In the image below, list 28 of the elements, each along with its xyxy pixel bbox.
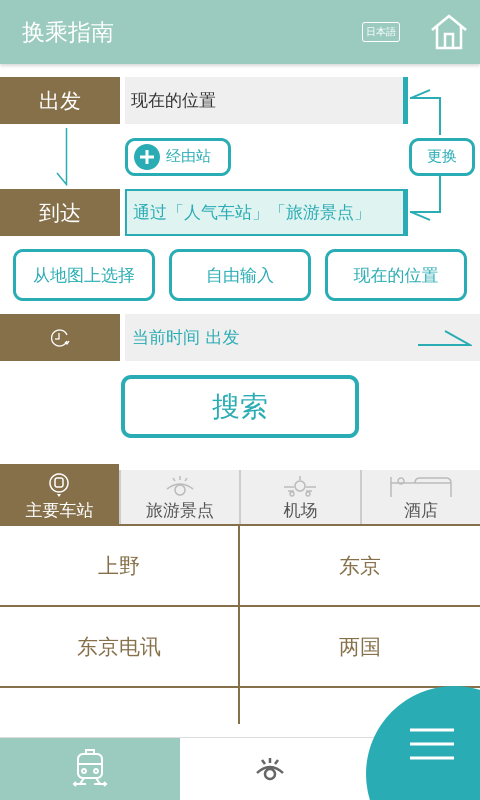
arrival-label: 到达 — [0, 189, 120, 236]
search-button[interactable]: 搜索 — [121, 375, 359, 438]
plus-icon — [134, 144, 160, 170]
clock-icon — [50, 328, 70, 348]
category-tab[interactable]: 旅游景点 — [118, 470, 239, 524]
time-field[interactable]: 当前时间 出发 — [125, 314, 480, 361]
departure-field[interactable]: 现在的位置 — [125, 77, 408, 124]
swap-button[interactable]: 更换 — [409, 138, 475, 176]
category-tab[interactable]: 主要车站 — [0, 464, 118, 524]
train-icon — [48, 473, 70, 497]
station-cell[interactable]: 东京电讯 — [0, 607, 240, 688]
bed-icon — [388, 475, 453, 497]
home-icon[interactable] — [430, 14, 468, 50]
via-station-button[interactable]: 经由站 — [125, 138, 231, 176]
nav-tab[interactable] — [0, 738, 180, 800]
time-value: 当前时间 出发 — [132, 327, 240, 349]
category-tab[interactable]: 机场 — [239, 470, 360, 524]
location-option-button[interactable]: 现在的位置 — [325, 249, 467, 301]
arrival-field[interactable]: 通过「人气车站」「旅游景点」 — [125, 189, 408, 236]
menu-icon — [410, 728, 454, 760]
train-icon — [72, 749, 108, 789]
location-option-button[interactable]: 从地图上选择 — [13, 249, 155, 301]
eye-icon — [254, 756, 286, 782]
location-option-button[interactable]: 自由输入 — [169, 249, 311, 301]
category-tab[interactable]: 酒店 — [360, 470, 480, 524]
departure-label: 出发 — [0, 77, 120, 124]
station-cell[interactable]: 上野 — [0, 526, 240, 607]
app-title: 换乘指南 — [22, 18, 115, 48]
